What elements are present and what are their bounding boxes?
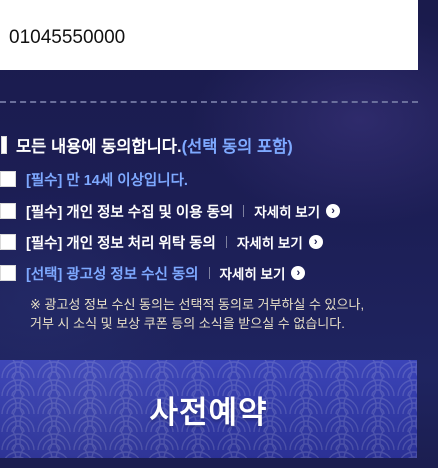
chevron-right-icon: › bbox=[326, 204, 341, 218]
agree-all-checkbox[interactable] bbox=[1, 136, 7, 154]
separator bbox=[225, 236, 227, 248]
marketing-checkbox[interactable] bbox=[0, 265, 16, 281]
marketing-notice: ※ 광고성 정보 수신 동의는 선택적 동의로 거부하실 수 있으나, 거부 시… bbox=[30, 295, 430, 333]
notice-line: ※ 광고성 정보 수신 동의는 선택적 동의로 거부하실 수 있으나, bbox=[30, 297, 365, 312]
marketing-label: [선택] 광고성 정보 수신 동의 bbox=[26, 266, 199, 283]
pre-register-label: 사전예약 bbox=[149, 394, 268, 430]
agree-all-label: 모든 내용에 동의합니다. bbox=[16, 138, 182, 156]
phone-input[interactable] bbox=[9, 26, 389, 50]
separator bbox=[208, 267, 210, 279]
collection-label: [필수] 개인 정보 수집 및 이용 동의 bbox=[26, 204, 234, 221]
separator bbox=[243, 205, 245, 217]
pre-register-button[interactable]: 사전예약 bbox=[0, 360, 417, 458]
dashed-divider bbox=[0, 101, 418, 103]
agree-all-row[interactable]: 모든 내용에 동의합니다. (선택 동의 포함) bbox=[0, 134, 293, 156]
phone-field[interactable] bbox=[0, 0, 418, 70]
detail-label: 자세히 보기 bbox=[254, 205, 321, 220]
outsourcing-label: [필수] 개인 정보 처리 위탁 동의 bbox=[26, 235, 216, 252]
chevron-right-icon: › bbox=[291, 266, 306, 280]
agreement-row-outsourcing[interactable]: [필수] 개인 정보 처리 위탁 동의 자세히 보기 › bbox=[0, 231, 323, 253]
detail-label: 자세히 보기 bbox=[236, 236, 303, 251]
agreement-row-collection[interactable]: [필수] 개인 정보 수집 및 이용 동의 자세히 보기 › bbox=[0, 200, 341, 222]
outsourcing-detail-link[interactable]: 자세히 보기 › bbox=[237, 232, 323, 252]
notice-line: 거부 시 소식 및 보상 쿠폰 등의 소식을 받으실 수 없습니다. bbox=[30, 316, 345, 331]
agree-all-note: (선택 동의 포함) bbox=[181, 138, 293, 156]
outsourcing-checkbox[interactable] bbox=[0, 234, 16, 250]
detail-label: 자세히 보기 bbox=[219, 267, 286, 282]
collection-checkbox[interactable] bbox=[0, 203, 16, 219]
collection-detail-link[interactable]: 자세히 보기 › bbox=[254, 201, 341, 221]
chevron-right-icon: › bbox=[308, 235, 323, 249]
marketing-detail-link[interactable]: 자세히 보기 › bbox=[220, 263, 306, 283]
age-label: [필수] 만 14세 이상입니다. bbox=[26, 172, 188, 189]
agreement-row-age[interactable]: [필수] 만 14세 이상입니다. bbox=[0, 168, 188, 190]
age-checkbox[interactable] bbox=[0, 171, 16, 187]
agreement-row-marketing[interactable]: [선택] 광고성 정보 수신 동의 자세히 보기 › bbox=[0, 262, 306, 284]
